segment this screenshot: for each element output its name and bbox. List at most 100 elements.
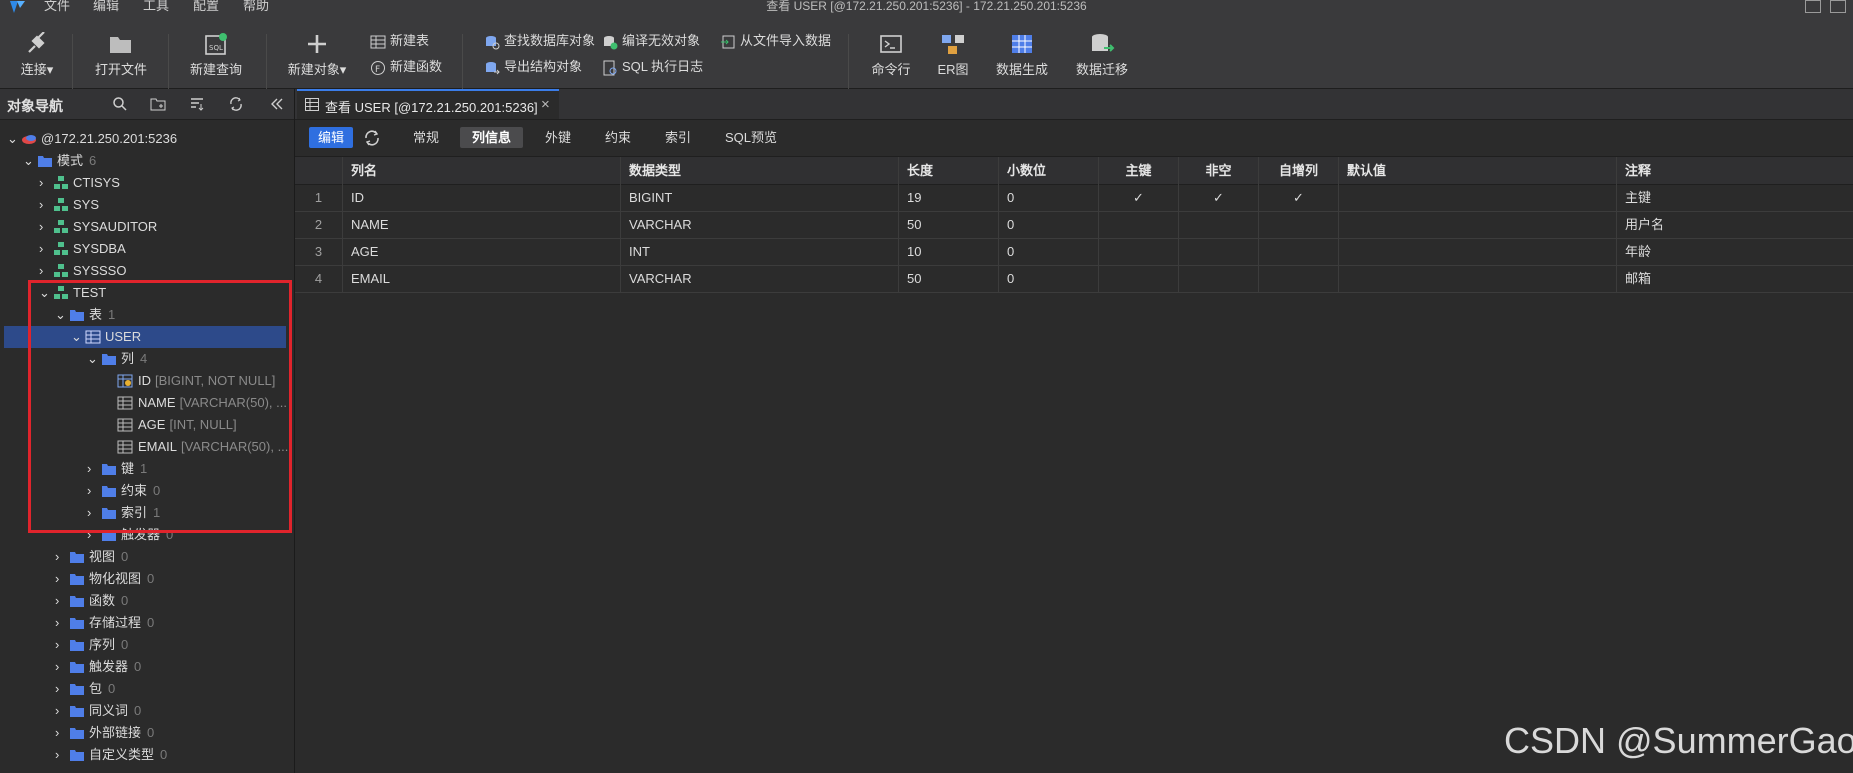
chevron-right-icon[interactable]: ›	[55, 678, 67, 700]
refresh-icon[interactable]	[363, 129, 381, 147]
tree-schema-node[interactable]: ⌄ 模式 6	[4, 150, 286, 172]
cell-not-null[interactable]	[1179, 211, 1259, 238]
cell-default[interactable]	[1339, 211, 1617, 238]
column-header-default[interactable]: 默认值	[1339, 157, 1617, 184]
chevron-right-icon[interactable]: ›	[39, 260, 51, 282]
tree-schema-sysdba[interactable]: › SYSDBA	[4, 238, 286, 260]
table-row[interactable]: 1 ID BIGINT 19 0 ✓ ✓ ✓ 主键	[295, 184, 1853, 212]
cell-identity[interactable]	[1259, 238, 1339, 265]
tree-table-triggers-folder[interactable]: › 触发器 0	[4, 524, 286, 546]
subtab-general[interactable]: 常规	[401, 127, 451, 148]
new-query-button[interactable]: SQL 新建查询	[188, 28, 244, 84]
tree-triggers-folder[interactable]: › 触发器 0	[4, 656, 286, 678]
chevron-down-icon[interactable]: ⌄	[87, 348, 99, 370]
subtab-column-info[interactable]: 列信息	[460, 127, 524, 148]
subtab-foreign-keys[interactable]: 外键	[533, 127, 583, 148]
chevron-right-icon[interactable]: ›	[55, 722, 67, 744]
tree-columns-folder[interactable]: ⌄ 列4	[4, 348, 286, 370]
tree-schema-ctisys[interactable]: › CTISYS	[4, 172, 286, 194]
tree-db-links-folder[interactable]: › 外部链接 0	[4, 722, 286, 744]
cell-default[interactable]	[1339, 184, 1617, 211]
er-diagram-button[interactable]: ER图	[936, 28, 970, 84]
search-icon[interactable]	[112, 96, 128, 112]
chevron-right-icon[interactable]: ›	[55, 634, 67, 656]
chevron-right-icon[interactable]: ›	[55, 700, 67, 722]
close-icon[interactable]: ×	[541, 96, 550, 113]
tree-sequences-folder[interactable]: › 序列 0	[4, 634, 286, 656]
cell-scale[interactable]: 0	[999, 211, 1099, 238]
cell-not-null[interactable]	[1179, 238, 1259, 265]
column-header-length[interactable]: 长度	[899, 157, 999, 184]
cell-scale[interactable]: 0	[999, 265, 1099, 292]
column-header-primary-key[interactable]: 主键	[1099, 157, 1179, 184]
tree-constraints-folder[interactable]: › 约束 0	[4, 480, 286, 502]
chevron-down-icon[interactable]: ⌄	[23, 150, 35, 172]
tree-column-age[interactable]: AGE [INT, NULL]	[4, 414, 286, 436]
chevron-right-icon[interactable]: ›	[39, 238, 51, 260]
checkmark-icon[interactable]: ✓	[1099, 184, 1179, 211]
cell-primary-key[interactable]	[1099, 211, 1179, 238]
menu-file[interactable]: 文件	[44, 0, 70, 14]
tree-views-folder[interactable]: › 视图 0	[4, 546, 286, 568]
table-row[interactable]: 2 NAME VARCHAR 50 0 用户名	[295, 211, 1853, 239]
cell-comment[interactable]: 用户名	[1617, 211, 1853, 238]
tree-column-name[interactable]: NAME [VARCHAR(50), ...	[4, 392, 287, 414]
cell-length[interactable]: 50	[899, 265, 999, 292]
cell-data-type[interactable]: INT	[621, 238, 899, 265]
tree-mviews-folder[interactable]: › 物化视图 0	[4, 568, 286, 590]
checkmark-icon[interactable]: ✓	[1179, 184, 1259, 211]
export-structure-button[interactable]: 导出结构对象	[484, 57, 582, 77]
cell-scale[interactable]: 0	[999, 184, 1099, 211]
tree-schema-test[interactable]: ⌄ TEST	[4, 282, 286, 304]
table-row[interactable]: 4 EMAIL VARCHAR 50 0 邮箱	[295, 265, 1853, 293]
tree-schema-sys[interactable]: › SYS	[4, 194, 286, 216]
chevron-right-icon[interactable]: ›	[55, 612, 67, 634]
chevron-right-icon[interactable]: ›	[55, 568, 67, 590]
menu-config[interactable]: 配置	[193, 0, 219, 14]
tree-indexes-folder[interactable]: › 索引 1	[4, 502, 286, 524]
column-header-type[interactable]: 数据类型	[621, 157, 899, 184]
cell-data-type[interactable]: BIGINT	[621, 184, 899, 211]
compile-invalid-button[interactable]: 编译无效对象	[602, 31, 700, 51]
chevron-down-icon[interactable]: ⌄	[39, 282, 51, 304]
tab-view-user[interactable]: 查看 USER [@172.21.250.201:5236] ×	[297, 89, 559, 119]
chevron-right-icon[interactable]: ›	[87, 502, 99, 524]
column-header-scale[interactable]: 小数位	[999, 157, 1099, 184]
cell-identity[interactable]	[1259, 265, 1339, 292]
column-header-name[interactable]: 列名	[343, 157, 621, 184]
find-db-object-button[interactable]: 查找数据库对象	[484, 31, 595, 51]
cell-scale[interactable]: 0	[999, 238, 1099, 265]
chevron-down-icon[interactable]: ⌄	[71, 326, 83, 348]
window-tile-icon[interactable]	[1830, 0, 1846, 13]
menu-help[interactable]: 帮助	[243, 0, 269, 14]
cell-default[interactable]	[1339, 238, 1617, 265]
chevron-right-icon[interactable]: ›	[87, 458, 99, 480]
tree-keys-folder[interactable]: › 键1	[4, 458, 286, 480]
table-row[interactable]: 3 AGE INT 10 0 年龄	[295, 238, 1853, 266]
tree-functions-folder[interactable]: › 函数 0	[4, 590, 286, 612]
cell-primary-key[interactable]	[1099, 238, 1179, 265]
tree-packages-folder[interactable]: › 包0	[4, 678, 286, 700]
column-header-comment[interactable]: 注释	[1617, 157, 1853, 184]
chevron-right-icon[interactable]: ›	[87, 480, 99, 502]
new-function-button[interactable]: F 新建函数	[370, 57, 442, 77]
cell-not-null[interactable]	[1179, 265, 1259, 292]
chevron-right-icon[interactable]: ›	[55, 744, 67, 766]
cell-length[interactable]: 10	[899, 238, 999, 265]
cell-data-type[interactable]: VARCHAR	[621, 211, 899, 238]
import-from-file-button[interactable]: 从文件导入数据	[720, 31, 831, 51]
tree-synonyms-folder[interactable]: › 同义词 0	[4, 700, 286, 722]
tree-procedures-folder[interactable]: › 存储过程 0	[4, 612, 286, 634]
chevron-right-icon[interactable]: ›	[55, 590, 67, 612]
sync-icon[interactable]	[228, 96, 244, 112]
new-table-button[interactable]: 新建表	[370, 31, 429, 51]
new-folder-icon[interactable]	[150, 96, 166, 112]
chevron-down-icon[interactable]: ⌄	[55, 304, 67, 326]
cell-length[interactable]: 50	[899, 211, 999, 238]
chevron-right-icon[interactable]: ›	[87, 524, 99, 546]
tree-connection-node[interactable]: ⌄ @172.21.250.201:5236	[4, 128, 286, 150]
cell-identity[interactable]	[1259, 211, 1339, 238]
filter-icon[interactable]	[189, 96, 205, 112]
chevron-right-icon[interactable]: ›	[39, 194, 51, 216]
open-file-button[interactable]: 打开文件	[92, 28, 150, 84]
